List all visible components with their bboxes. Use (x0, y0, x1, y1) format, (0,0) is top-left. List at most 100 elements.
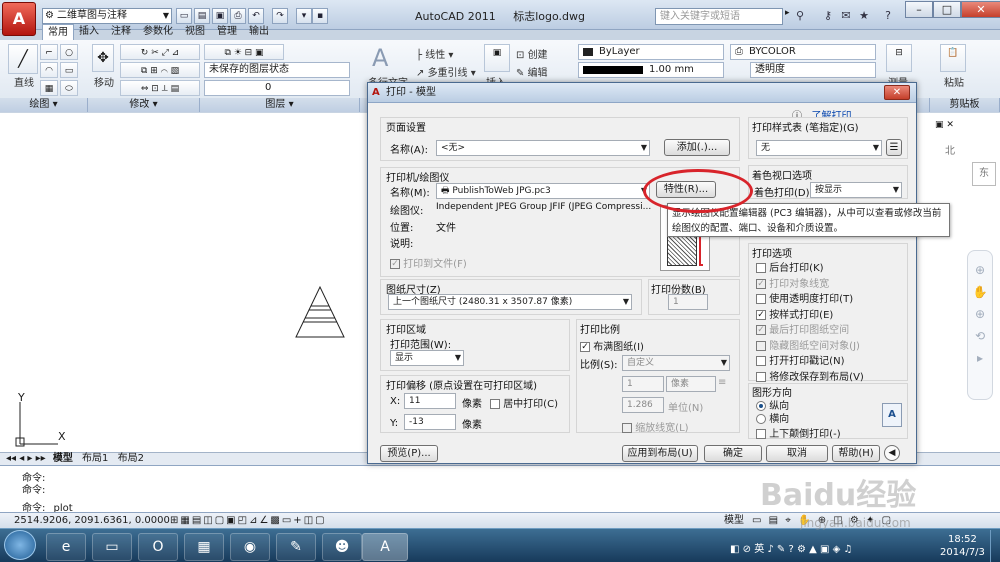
tray-icons[interactable]: ◧ ⊘ 英 ♪ ✎ ? ⚙ ▲ ▣ ◈ ♫ (730, 540, 852, 555)
dialog-close-button[interactable]: ✕ (884, 85, 910, 100)
scale-select[interactable]: 自定义 ▼ (622, 355, 730, 371)
nav-tools[interactable]: ⊕ ✋ ⊕ ⟲ ▸ (968, 259, 992, 369)
panel-label-modify[interactable]: 修改 ▾ (88, 98, 200, 112)
print-icon[interactable]: ⎙ (230, 8, 246, 24)
linear-dim-button[interactable]: ├ 线性 ▾ (416, 46, 453, 61)
edit-block-button[interactable]: ✎ 编辑 (516, 64, 548, 79)
close-window-button[interactable]: ✕ (961, 1, 1000, 18)
plot-option-item[interactable]: 打开打印戳记(N) (756, 352, 844, 367)
rectangle-icon[interactable]: ▭ (60, 62, 78, 78)
arc-icon[interactable]: ◠ (40, 62, 58, 78)
cancel-button[interactable]: 取消 (766, 445, 828, 462)
scale-value1-input[interactable]: 1 (622, 376, 664, 392)
search-input[interactable]: 键入关键字或短语 (655, 8, 783, 25)
plot-option-checkbox[interactable] (756, 294, 766, 304)
undo-icon[interactable]: ↶ (248, 8, 264, 24)
printer-name-select[interactable]: 🖶 PublishToWeb JPG.pc3 ▼ (436, 183, 650, 199)
plot-option-checkbox[interactable]: ✓ (756, 309, 766, 320)
plot-range-select[interactable]: 显示 ▼ (390, 350, 464, 366)
modify-tools-row1[interactable]: ↻ ✂ ⤢ ⊿ (120, 44, 200, 60)
key-icon[interactable]: ⚷ (820, 8, 836, 24)
calculator-icon[interactable]: ▦ (184, 533, 224, 561)
layer-state-combo[interactable]: 未保存的图层状态 (204, 62, 350, 78)
apply-to-layout-button[interactable]: 应用到布局(U) (622, 445, 698, 462)
measure-icon[interactable]: ⊟ (886, 44, 912, 72)
collapse-options-button[interactable]: ◀ (884, 445, 900, 461)
clock[interactable]: 18:52 2014/7/3 (940, 533, 985, 559)
page-setup-name-select[interactable]: <无> ▼ (436, 140, 650, 156)
tab-manage[interactable]: 管理 (212, 24, 242, 40)
plot-option-checkbox[interactable] (756, 371, 766, 382)
tab-scroll-icons[interactable]: ◂◂ ◂ ▸ ▸▸ (6, 453, 46, 464)
autocad-task-icon[interactable]: A (362, 533, 408, 561)
ok-button[interactable]: 确定 (704, 445, 762, 462)
tab-parametric[interactable]: 参数化 (138, 24, 178, 40)
plot-option-item[interactable]: 使用透明度打印(T) (756, 290, 853, 305)
upside-down-checkbox[interactable] (756, 429, 766, 439)
layer-current-combo[interactable]: 0 (204, 80, 350, 96)
layer-tools-row[interactable]: ⧉ ☀ ⊟ ▣ (204, 44, 284, 60)
search-dropdown-icon[interactable]: ▸ (785, 8, 790, 18)
upside-down-option[interactable]: 上下颠倒打印(-) (756, 425, 841, 440)
redo-icon[interactable]: ↷ (272, 8, 288, 24)
landscape-radio[interactable] (756, 414, 766, 424)
open-icon[interactable]: ▤ (194, 8, 210, 24)
model-space-label[interactable]: 模型 (724, 513, 744, 528)
preview-button[interactable]: 预览(P)... (380, 445, 438, 462)
scale-value2-input[interactable]: 1.286 (622, 397, 664, 413)
workspace-select[interactable]: ⚙ 二维草图与注释 ▼ (42, 8, 172, 24)
new-icon[interactable]: ▭ (176, 8, 192, 24)
paper-size-select[interactable]: 上一个图纸尺寸 (2480.31 x 3507.87 像素) ▼ (388, 294, 632, 310)
viewport-controls[interactable]: ▣ ✕ (935, 120, 954, 130)
viewcube-east[interactable]: 东 (972, 162, 996, 186)
plot-option-item[interactable]: 后台打印(K) (756, 259, 824, 274)
tab-output[interactable]: 输出 (244, 24, 274, 40)
edit-plot-style-button[interactable]: ☰ (886, 139, 902, 156)
tab-annotate[interactable]: 注释 (106, 24, 136, 40)
tab-layout1[interactable]: 布局1 (82, 453, 108, 464)
plot-style-select[interactable]: 无 ▼ (756, 140, 882, 156)
shade-plot-select[interactable]: 按显示 ▼ (810, 182, 902, 198)
fit-to-paper-option[interactable]: ✓ 布满图纸(I) (580, 338, 644, 353)
multileader-button[interactable]: ↗ 多重引线 ▾ (416, 64, 476, 79)
copies-input[interactable]: 1 (668, 294, 708, 310)
navigation-bar[interactable]: ⊕ ✋ ⊕ ⟲ ▸ (967, 250, 993, 400)
panel-label-layers[interactable]: 图层 ▾ (200, 98, 360, 112)
hatch-icon[interactable]: ▦ (40, 80, 58, 96)
insert-block-icon[interactable]: ▣ (484, 44, 510, 72)
plot-option-checkbox[interactable] (756, 263, 766, 273)
linetype-combo[interactable]: ⎙ BYCOLOR (730, 44, 876, 60)
start-button[interactable] (4, 530, 36, 560)
plot-option-item[interactable]: ✓ 按样式打印(E) (756, 306, 833, 321)
scale-unit-select[interactable]: 像素 (666, 376, 716, 392)
tab-home[interactable]: 常用 (42, 24, 74, 40)
panel-label-draw[interactable]: 绘图 ▾ (0, 98, 88, 112)
tab-model[interactable]: 模型 (53, 453, 73, 464)
circle-icon[interactable]: ○ (60, 44, 78, 60)
help-button[interactable]: 帮助(H) (832, 445, 880, 462)
drafting-toggles[interactable]: ⊞▦▤◫▢▣◰⊿∠▩▭+◫▢ (170, 513, 327, 528)
transparency-combo[interactable]: 透明度 (750, 62, 876, 78)
offset-x-input[interactable]: 11 (404, 393, 456, 409)
show-desktop-button[interactable] (990, 530, 1000, 562)
quick-access-dropdown-icon[interactable]: ▾ (296, 8, 312, 24)
lineweight-combo[interactable]: 1.00 mm (578, 62, 724, 78)
binoculars-icon[interactable]: ⚲ (792, 8, 808, 24)
toolbar-menu-icon[interactable]: ▪ (312, 8, 328, 24)
save-icon[interactable]: ▣ (212, 8, 228, 24)
plot-option-checkbox[interactable] (756, 356, 766, 366)
maximize-button[interactable]: □ (933, 1, 961, 18)
ellipse-icon[interactable]: ⬭ (60, 80, 78, 96)
offset-y-input[interactable]: -13 (404, 414, 456, 430)
contacts-icon[interactable]: ☻ (322, 533, 362, 561)
folder-icon[interactable]: ▭ (92, 533, 132, 561)
viewcube-north[interactable]: 北 (945, 142, 955, 157)
add-page-setup-button[interactable]: 添加(.)... (664, 139, 730, 156)
exchange-icon[interactable]: ✉ (838, 8, 854, 24)
polyline-icon[interactable]: ⌐ (40, 44, 58, 60)
tab-view[interactable]: 视图 (180, 24, 210, 40)
paint-icon[interactable]: ✎ (276, 533, 316, 561)
tab-insert[interactable]: 插入 (74, 24, 104, 40)
center-plot-checkbox[interactable] (490, 399, 500, 409)
fit-to-paper-checkbox[interactable]: ✓ (580, 342, 590, 352)
